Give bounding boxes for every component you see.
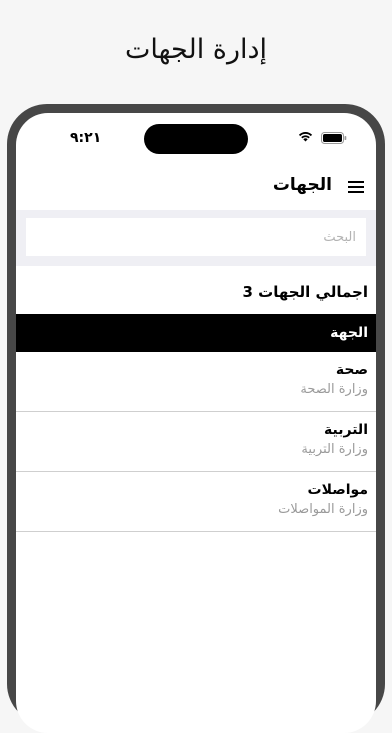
app-screen: ٩:٢١ الجهات اجمالي الجهات 3 الج [16,113,376,733]
entity-ministry: وزارة المواصلات [278,502,368,517]
search-input[interactable] [26,218,366,256]
entity-list: صحة وزارة الصحة التربية وزارة التربية مو… [16,352,376,532]
wifi-icon [298,132,313,142]
page-title: الجهات [272,175,332,195]
column-header-entity: الجهة [330,325,368,341]
table-header: الجهة [16,314,376,352]
entity-ministry: وزارة الصحة [300,382,368,397]
entity-name: صحة [335,362,368,378]
entity-ministry: وزارة التربية [301,442,368,457]
menu-icon[interactable] [348,181,364,193]
promo-title: إدارة الجهات [124,34,268,65]
list-item[interactable]: مواصلات وزارة المواصلات [16,472,376,532]
status-time: ٩:٢١ [70,130,102,146]
phone-frame: ٩:٢١ الجهات اجمالي الجهات 3 الج [7,104,385,733]
list-item[interactable]: التربية وزارة التربية [16,412,376,472]
dynamic-island [144,124,248,154]
search-bar [16,210,376,266]
entity-name: التربية [324,422,368,438]
entity-name: مواصلات [307,482,368,498]
status-bar: ٩:٢١ [16,113,376,165]
total-count: اجمالي الجهات 3 [242,283,368,301]
list-item[interactable]: صحة وزارة الصحة [16,352,376,412]
nav-bar: الجهات [16,165,376,211]
battery-icon [321,132,347,144]
